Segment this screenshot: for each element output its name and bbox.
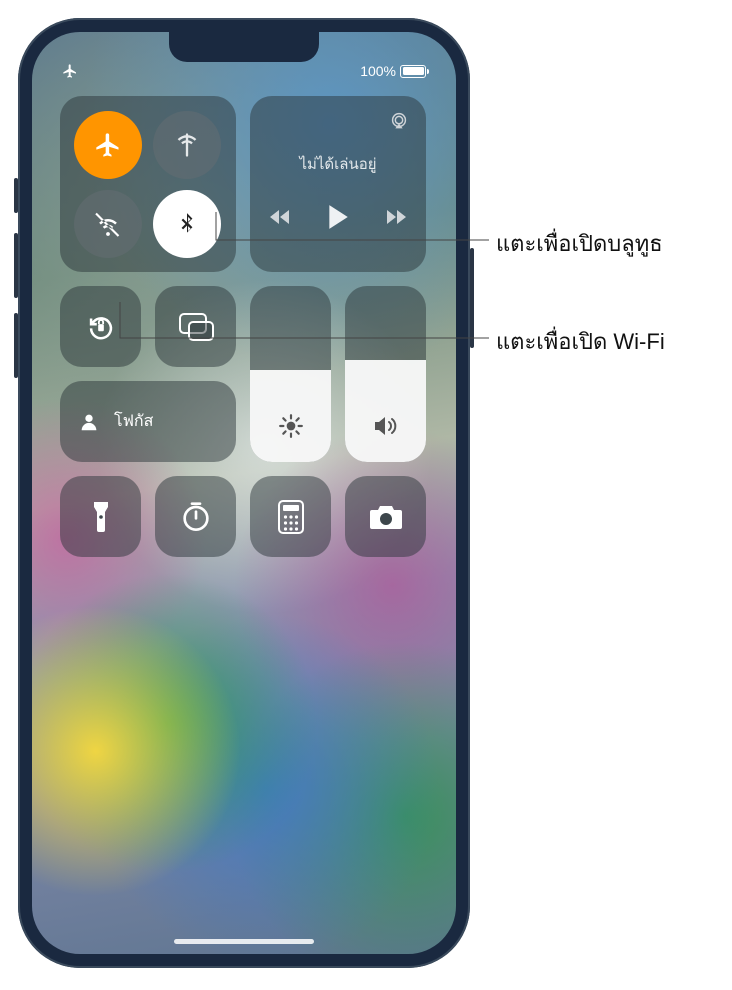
callout-wifi: แตะเพื่อเปิด Wi-Fi <box>496 324 665 359</box>
callout-lines <box>0 0 732 990</box>
callout-bluetooth: แตะเพื่อเปิดบลูทูธ <box>496 226 663 261</box>
